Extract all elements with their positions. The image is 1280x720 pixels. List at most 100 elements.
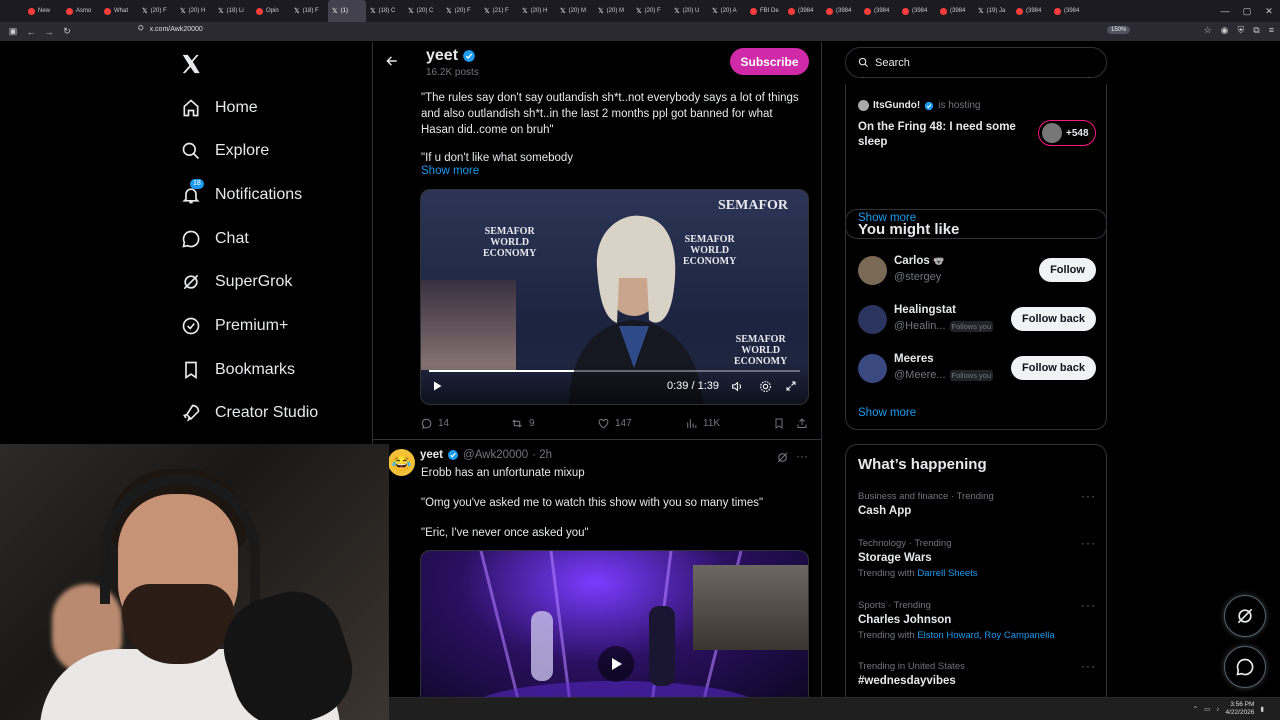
post1-show-more-link[interactable]: Show more <box>421 165 479 177</box>
play-button[interactable] <box>598 646 634 682</box>
url-text[interactable]: x.com/Awk20000 <box>150 26 203 33</box>
browser-tab[interactable]: 𝕏 (20) F <box>632 0 670 22</box>
browser-tab[interactable]: (3984 <box>784 0 822 22</box>
browser-tab[interactable]: 𝕏 (18) C <box>366 0 404 22</box>
chat-fab-button[interactable] <box>1224 646 1266 688</box>
trend-item[interactable]: Business and finance · Trending Cash App… <box>858 489 1096 517</box>
post2-time[interactable]: · 2h <box>532 449 552 461</box>
browser-tab[interactable]: (3984 <box>898 0 936 22</box>
browser-tab[interactable]: 𝕏 (21) F <box>480 0 518 22</box>
repost-button[interactable]: 9 <box>510 417 535 430</box>
close-icon[interactable]: ✕ <box>1258 0 1280 22</box>
browser-tab[interactable]: 𝕏 (20) A <box>708 0 746 22</box>
trend-item[interactable]: Trending in United States #wednesdayvibe… <box>858 659 1096 687</box>
browser-tab[interactable]: 𝕏 (20) H <box>518 0 556 22</box>
nav-home[interactable]: Home <box>180 93 258 123</box>
post2-handle[interactable]: @Awk20000 <box>463 449 528 461</box>
user-name[interactable]: Healingstat <box>894 304 956 316</box>
browser-tab[interactable]: 𝕏 (20) F <box>138 0 176 22</box>
browser-tab[interactable]: 𝕏 (20) H <box>176 0 214 22</box>
nav-premium[interactable]: Premium+ <box>180 311 288 341</box>
account-icon[interactable]: ◉ <box>1221 25 1229 36</box>
notification-icon[interactable]: ▮ <box>1260 705 1264 713</box>
views-button[interactable]: 11K <box>685 417 720 430</box>
user-name[interactable]: Carlos 🐨 <box>894 255 944 267</box>
trend-item[interactable]: Sports · Trending Charles Johnson Trendi… <box>858 598 1096 641</box>
back-icon[interactable]: ← <box>26 27 36 37</box>
nav-notifications[interactable]: 18 Notifications <box>180 179 302 210</box>
browser-tab[interactable]: New <box>24 0 62 22</box>
like-button[interactable]: 147 <box>597 417 632 430</box>
user-name[interactable]: Meeres <box>894 353 934 365</box>
user-avatar[interactable] <box>858 354 887 383</box>
trend-related-link[interactable]: Darrell Sheets <box>917 568 977 579</box>
nav-explore[interactable]: Explore <box>180 136 269 166</box>
browser-tab[interactable]: 𝕏 (20) M <box>556 0 594 22</box>
follow-button[interactable]: Follow <box>1039 258 1096 282</box>
nav-chat[interactable]: Chat <box>180 224 249 254</box>
browser-tab[interactable]: 𝕏 (20) F <box>442 0 480 22</box>
bookmark-post-icon[interactable] <box>773 417 785 430</box>
more-options-icon[interactable]: ··· <box>1081 536 1096 550</box>
post2-avatar[interactable]: 😂 <box>388 449 415 476</box>
browser-tab[interactable]: 𝕏 (20) C <box>404 0 442 22</box>
nav-bookmarks[interactable]: Bookmarks <box>180 355 295 385</box>
post2-video[interactable] <box>420 550 809 702</box>
back-arrow-icon[interactable] <box>385 54 399 68</box>
more-options-icon[interactable]: ··· <box>1081 659 1096 673</box>
more-options-icon[interactable]: ··· <box>796 449 808 463</box>
follow-suggestion[interactable]: Carlos 🐨 @stergey Follow <box>858 253 1096 289</box>
share-icon[interactable] <box>796 417 808 430</box>
bookmark-star-icon[interactable]: ☆ <box>1204 25 1212 36</box>
follow-back-button[interactable]: Follow back <box>1011 307 1096 331</box>
more-options-icon[interactable]: ··· <box>1081 489 1096 503</box>
nav-supergrok[interactable]: SuperGrok <box>180 267 292 297</box>
browser-tab[interactable]: 𝕏 (20) U <box>670 0 708 22</box>
video-progress-bar[interactable] <box>429 370 800 372</box>
browser-tab[interactable]: What <box>100 0 138 22</box>
browser-tab[interactable]: Asmo <box>62 0 100 22</box>
reply-button[interactable]: 14 <box>420 417 449 430</box>
browser-tab[interactable]: 𝕏 (19) Ja <box>974 0 1012 22</box>
more-options-icon[interactable]: ··· <box>1081 598 1096 612</box>
post1-video[interactable]: SEMAFOR SEMAFOR WORLD ECONOMY SEMAFOR WO… <box>420 189 809 405</box>
grok-fab-button[interactable] <box>1224 595 1266 637</box>
play-icon[interactable] <box>431 380 443 392</box>
site-info-icon[interactable]: ⛭ <box>138 25 144 33</box>
browser-tab[interactable]: (3984 <box>1050 0 1088 22</box>
clock[interactable]: 3:56 PM 4/22/2026 <box>1226 701 1255 717</box>
extensions-icon[interactable]: ⧉ <box>1253 25 1259 36</box>
trend-item[interactable]: Technology · Trending Storage Wars Trend… <box>858 536 1096 579</box>
address-bar[interactable]: ⛭ x.com/Awk20000 <box>138 25 203 33</box>
network-icon[interactable]: ▭ <box>1204 705 1210 713</box>
trend-related-link[interactable]: Elston Howard, Roy Campanella <box>917 630 1054 641</box>
fullscreen-icon[interactable] <box>785 380 797 392</box>
space-host[interactable]: ItsGundo! is hosting <box>858 100 980 111</box>
user-avatar[interactable] <box>858 305 887 334</box>
settings-icon[interactable] <box>759 380 772 393</box>
browser-tab[interactable]: 𝕏 (18) Li <box>214 0 252 22</box>
grok-icon[interactable] <box>776 451 789 464</box>
volume-icon[interactable]: ♪ <box>1216 706 1219 713</box>
browser-tab[interactable]: Opin <box>252 0 290 22</box>
browser-tab[interactable]: (3984 <box>1012 0 1050 22</box>
browser-tab[interactable]: 𝕏 (20) M <box>594 0 632 22</box>
browser-tab[interactable]: (3984 <box>860 0 898 22</box>
subscribe-button[interactable]: Subscribe <box>730 48 809 75</box>
browser-tab[interactable]: (3984 <box>936 0 974 22</box>
reload-icon[interactable]: ↻ <box>62 26 72 37</box>
follow-suggestion[interactable]: Meeres @Meere... Follows you Follow back <box>858 351 1096 387</box>
browser-tab[interactable]: 𝕏 (18) F <box>290 0 328 22</box>
space-listeners-pill[interactable]: +548 <box>1038 120 1096 146</box>
menu-icon[interactable]: ≡ <box>1269 25 1274 36</box>
volume-icon[interactable] <box>731 380 744 393</box>
forward-icon[interactable]: → <box>44 27 54 37</box>
sidebar-toggle-icon[interactable]: ▣ <box>8 26 18 37</box>
zoom-level[interactable]: 150% <box>1107 26 1131 34</box>
follow-suggestion[interactable]: Healingstat @Healin... Follows you Follow… <box>858 302 1096 338</box>
space-title[interactable]: On the Fring 48: I need some sleep <box>858 120 1028 150</box>
chevron-up-icon[interactable]: ⌃ <box>1193 705 1198 713</box>
follow-back-button[interactable]: Follow back <box>1011 356 1096 380</box>
nav-creator-studio[interactable]: Creator Studio <box>180 398 318 428</box>
browser-tab[interactable]: 𝕏 (1) <box>328 0 366 22</box>
